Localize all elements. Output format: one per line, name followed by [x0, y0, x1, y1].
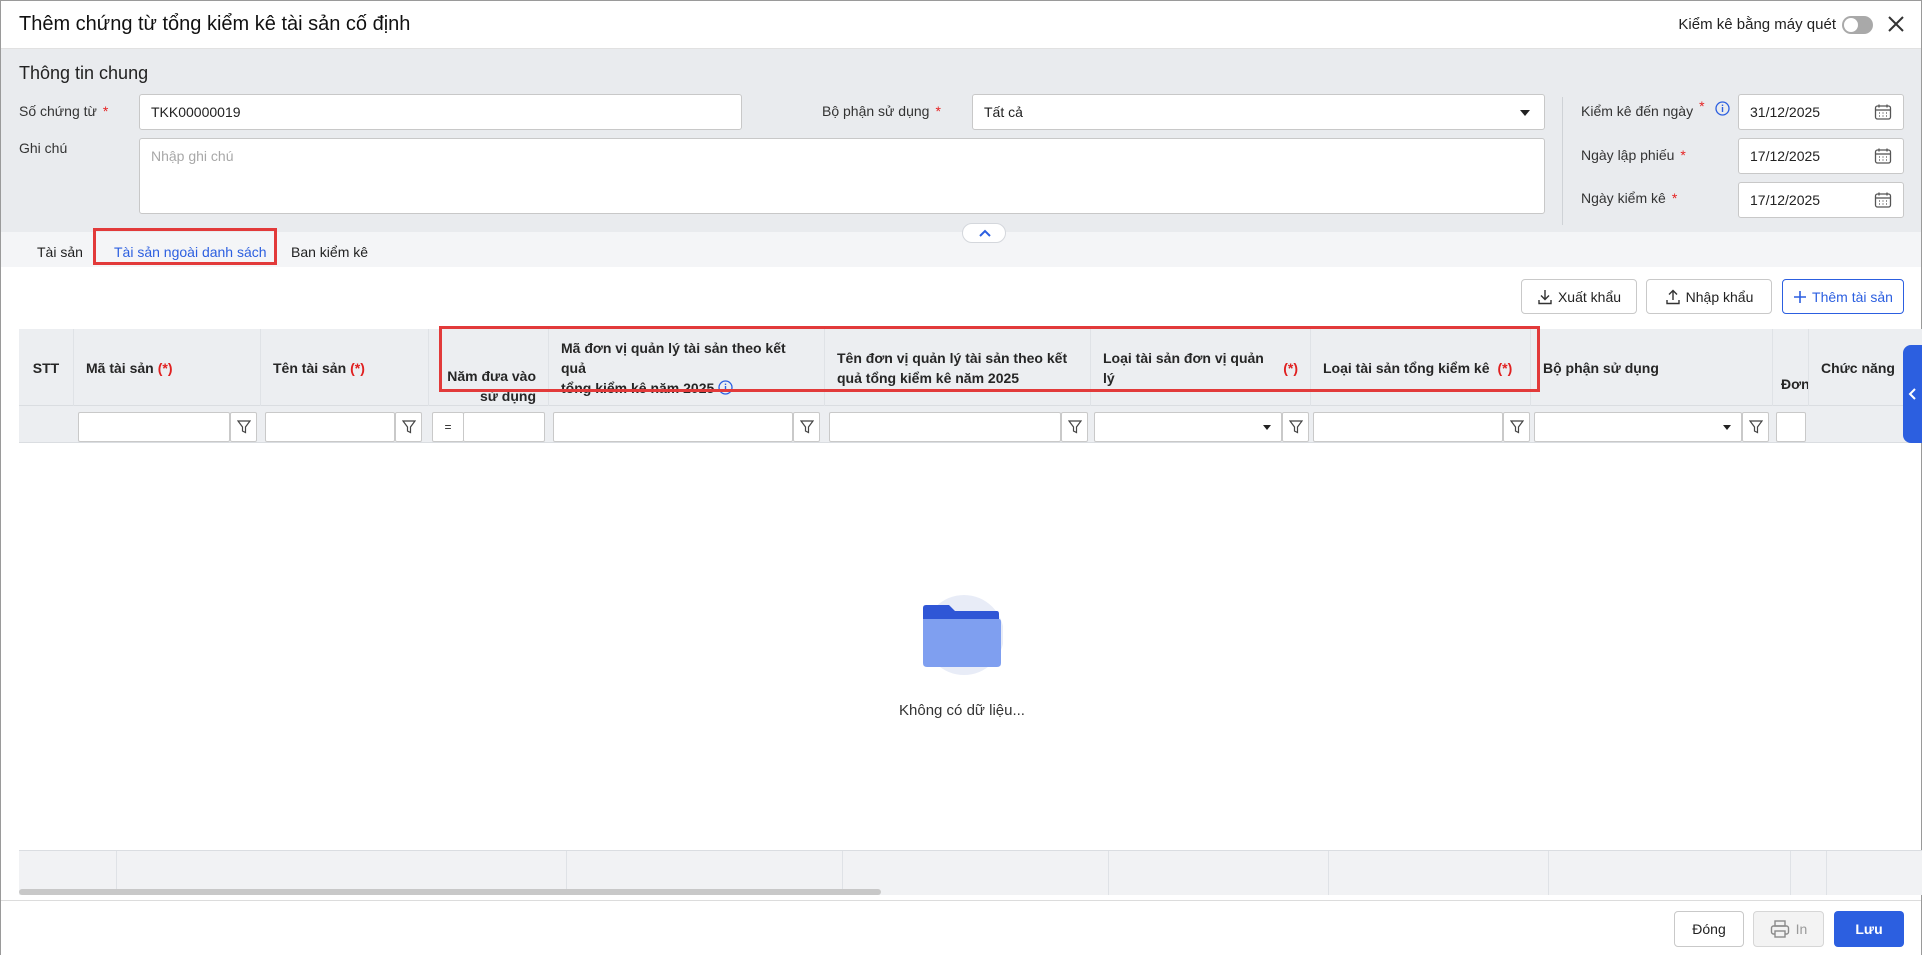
calendar-icon[interactable] — [1874, 147, 1892, 165]
summary-cell — [1791, 851, 1827, 895]
col-department: Bộ phận sử dụng — [1531, 329, 1773, 406]
printer-icon — [1770, 920, 1789, 938]
section-title: Thông tin chung — [19, 63, 149, 83]
dialog: Thêm chứng từ tổng kiểm kê tài sản cố đị… — [0, 0, 1922, 955]
dialog-footer: Đóng In Lưu — [1, 900, 1921, 955]
filter-button[interactable] — [230, 412, 257, 442]
inventory-to-date-value: 31/12/2025 — [1750, 104, 1821, 120]
export-button[interactable]: Xuất khẩu — [1521, 279, 1637, 314]
general-info-section: Thông tin chung Số chứng từ * TKK00000019… — [1, 49, 1921, 232]
check-date-label: Ngày kiểm kê * — [1581, 190, 1678, 206]
print-label: In — [1795, 921, 1808, 937]
export-label: Xuất khẩu — [1557, 288, 1622, 305]
download-icon — [1538, 289, 1552, 304]
chevron-down-icon — [1520, 110, 1530, 116]
empty-state-text: Không có dữ liệu... — [899, 702, 1025, 719]
chevron-left-icon — [1908, 388, 1916, 400]
filter-unit-code-input[interactable] — [553, 412, 793, 442]
tab-bar: Tài sản Tài sản ngoài danh sách Ban kiểm… — [1, 232, 1921, 267]
summary-cell — [843, 851, 1109, 895]
doc-no-input[interactable]: TKK00000019 — [139, 94, 742, 130]
scan-toggle-label: Kiểm kê bằng máy quét — [1678, 16, 1836, 33]
filter-row: = — [19, 406, 1922, 443]
filter-button[interactable] — [1503, 412, 1530, 442]
info-icon[interactable] — [1715, 101, 1730, 116]
filter-partial-input[interactable] — [1776, 412, 1806, 442]
filter-button[interactable] — [1742, 412, 1769, 442]
filter-unit-asset-type-select[interactable] — [1094, 412, 1282, 442]
filter-icon — [1510, 420, 1524, 434]
import-button[interactable]: Nhập khẩu — [1646, 279, 1772, 314]
title-bar: Thêm chứng từ tổng kiểm kê tài sản cố đị… — [1, 1, 1921, 49]
side-panel-toggle[interactable] — [1903, 345, 1922, 443]
toggle-knob — [1844, 18, 1858, 32]
col-partial: Đơn — [1773, 329, 1809, 406]
save-button[interactable]: Lưu — [1834, 911, 1904, 947]
empty-folder-icon — [923, 595, 1003, 675]
filter-department-select[interactable] — [1534, 412, 1742, 442]
filter-year-input[interactable] — [463, 412, 545, 442]
filter-asset-code-input[interactable] — [78, 412, 230, 442]
doc-no-label: Số chứng từ * — [19, 103, 109, 119]
tab-inventory-committee[interactable]: Ban kiểm kê — [291, 239, 368, 266]
calendar-icon[interactable] — [1874, 191, 1892, 209]
filter-icon — [237, 420, 251, 434]
print-button[interactable]: In — [1753, 911, 1824, 947]
close-icon[interactable] — [1885, 13, 1907, 35]
filter-icon — [402, 420, 416, 434]
created-date-label: Ngày lập phiếu * — [1581, 147, 1686, 163]
add-asset-button[interactable]: Thêm tài sản — [1782, 279, 1904, 314]
filter-inventory-asset-type-input[interactable] — [1313, 412, 1503, 442]
col-asset-code: Mã tài sản (*) — [74, 329, 261, 406]
col-stt: STT — [19, 329, 74, 406]
add-asset-label: Thêm tài sản — [1812, 288, 1893, 305]
tab-assets[interactable]: Tài sản — [37, 239, 83, 266]
created-date-value: 17/12/2025 — [1750, 148, 1821, 164]
dialog-title: Thêm chứng từ tổng kiểm kê tài sản cố đị… — [19, 13, 411, 35]
chevron-down-icon — [1723, 425, 1731, 430]
note-textarea[interactable]: Nhập ghi chú — [139, 138, 1545, 214]
tab-highlight-box — [93, 228, 277, 265]
plus-icon — [1794, 290, 1807, 303]
upload-icon — [1665, 289, 1680, 304]
import-label: Nhập khẩu — [1685, 288, 1754, 305]
filter-icon — [1068, 420, 1082, 434]
divider — [1562, 97, 1563, 225]
collapse-toggle[interactable] — [962, 223, 1006, 243]
columns-highlight-box — [439, 326, 1540, 392]
filter-icon — [1749, 420, 1763, 434]
dept-select[interactable]: Tất cả — [972, 94, 1545, 130]
dept-label: Bộ phận sử dụng * — [822, 103, 941, 119]
chevron-down-icon — [1263, 425, 1271, 430]
filter-year-operator[interactable]: = — [432, 412, 464, 442]
created-date-input[interactable]: 17/12/2025 — [1738, 138, 1904, 174]
calendar-icon[interactable] — [1874, 103, 1892, 121]
filter-button[interactable] — [1061, 412, 1088, 442]
summary-cell — [1549, 851, 1791, 895]
col-asset-name: Tên tài sản (*) — [261, 329, 429, 406]
filter-icon — [1289, 420, 1303, 434]
close-button[interactable]: Đóng — [1674, 911, 1744, 947]
filter-asset-name-input[interactable] — [265, 412, 395, 442]
filter-button[interactable] — [793, 412, 820, 442]
horizontal-scrollbar[interactable] — [19, 889, 881, 895]
inventory-to-date[interactable]: 31/12/2025 — [1738, 94, 1904, 130]
summary-cell — [1109, 851, 1329, 895]
filter-icon — [800, 420, 814, 434]
check-date-input[interactable]: 17/12/2025 — [1738, 182, 1904, 218]
inventory-to-label: Kiểm kê đến ngày * — [1581, 98, 1705, 119]
scan-toggle[interactable] — [1842, 16, 1873, 34]
filter-button[interactable] — [395, 412, 422, 442]
filter-unit-name-input[interactable] — [829, 412, 1061, 442]
note-label: Ghi chú — [19, 140, 68, 156]
dept-select-value: Tất cả — [984, 104, 1023, 120]
filter-button[interactable] — [1282, 412, 1309, 442]
chevron-up-icon — [979, 229, 991, 237]
summary-cell — [1329, 851, 1549, 895]
check-date-value: 17/12/2025 — [1750, 192, 1821, 208]
